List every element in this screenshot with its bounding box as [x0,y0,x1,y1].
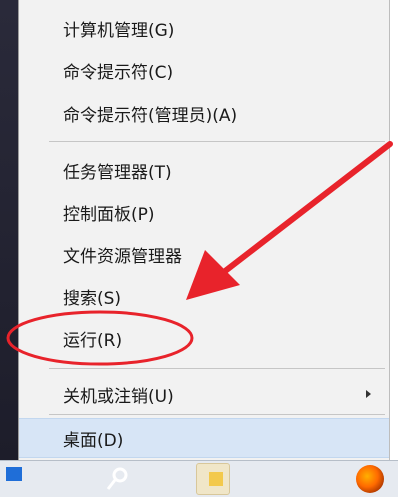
menu-item-command-prompt-admin[interactable]: 命令提示符(管理员)(A) [19,94,389,132]
submenu-arrow-icon [366,390,371,398]
menu-item-label: 任务管理器(T) [63,162,172,183]
windows-start-icon[interactable] [6,467,22,481]
menu-item-command-prompt[interactable]: 命令提示符(C) [19,51,389,89]
menu-item-search[interactable]: 搜索(S) [19,277,389,315]
menu-item-label: 桌面(D) [63,430,124,451]
menu-separator [49,141,385,142]
menu-item-label: 运行(R) [63,330,123,351]
search-icon[interactable] [100,463,134,495]
menu-separator [49,414,385,415]
menu-item-label: 搜索(S) [63,288,122,309]
firefox-icon[interactable] [356,465,384,493]
menu-item-task-manager[interactable]: 任务管理器(T) [19,151,389,189]
menu-item-run[interactable]: 运行(R) [19,319,389,357]
menu-item-label: 计算机管理(G) [63,20,175,41]
menu-item-control-panel[interactable]: 控制面板(P) [19,193,389,231]
menu-item-computer-management[interactable]: 计算机管理(G) [19,9,389,47]
start-screen-edge [0,0,18,460]
menu-item-label: 文件资源管理器 [63,246,182,267]
menu-item-label: 关机或注销(U) [63,386,174,407]
menu-item-label: 控制面板(P) [63,204,155,225]
menu-item-shutdown-signout[interactable]: 关机或注销(U) [19,375,389,413]
menu-separator [49,368,385,369]
file-explorer-icon[interactable] [196,463,230,495]
menu-item-desktop[interactable]: 桌面(D) [19,418,389,458]
menu-item-label: 命令提示符(C) [63,62,174,83]
taskbar [0,460,398,497]
menu-item-label: 命令提示符(管理员)(A) [63,105,238,126]
winx-context-menu: 计算机管理(G) 命令提示符(C) 命令提示符(管理员)(A) 任务管理器(T)… [18,0,390,460]
menu-item-file-explorer[interactable]: 文件资源管理器 [19,235,389,273]
